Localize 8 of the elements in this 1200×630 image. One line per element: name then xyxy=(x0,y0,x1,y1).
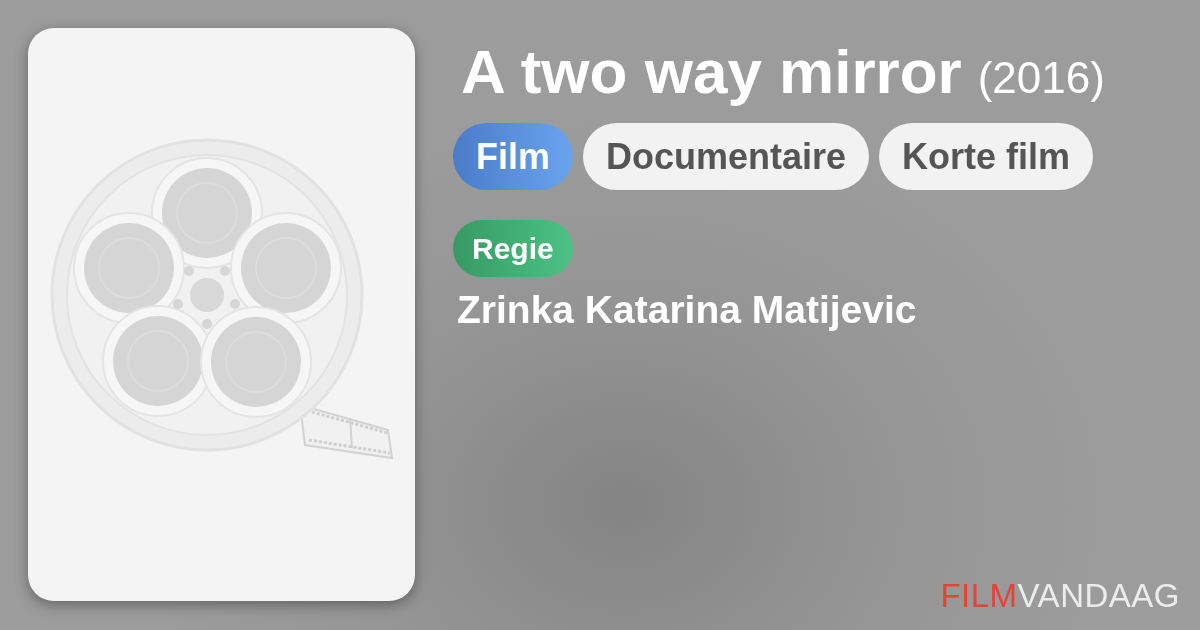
release-year: (2016) xyxy=(977,53,1105,104)
genre-tag: Documentaire xyxy=(583,123,870,191)
role-badge: Regie xyxy=(453,220,573,278)
genre-tag: Film xyxy=(453,123,573,191)
genre-tag: Korte film xyxy=(879,123,1094,191)
film-title: A two way mirror xyxy=(461,36,962,108)
site-logo: FILMVANDAAG xyxy=(940,577,1180,614)
director-name: Zrinka Katarina Matijevic xyxy=(456,287,917,334)
